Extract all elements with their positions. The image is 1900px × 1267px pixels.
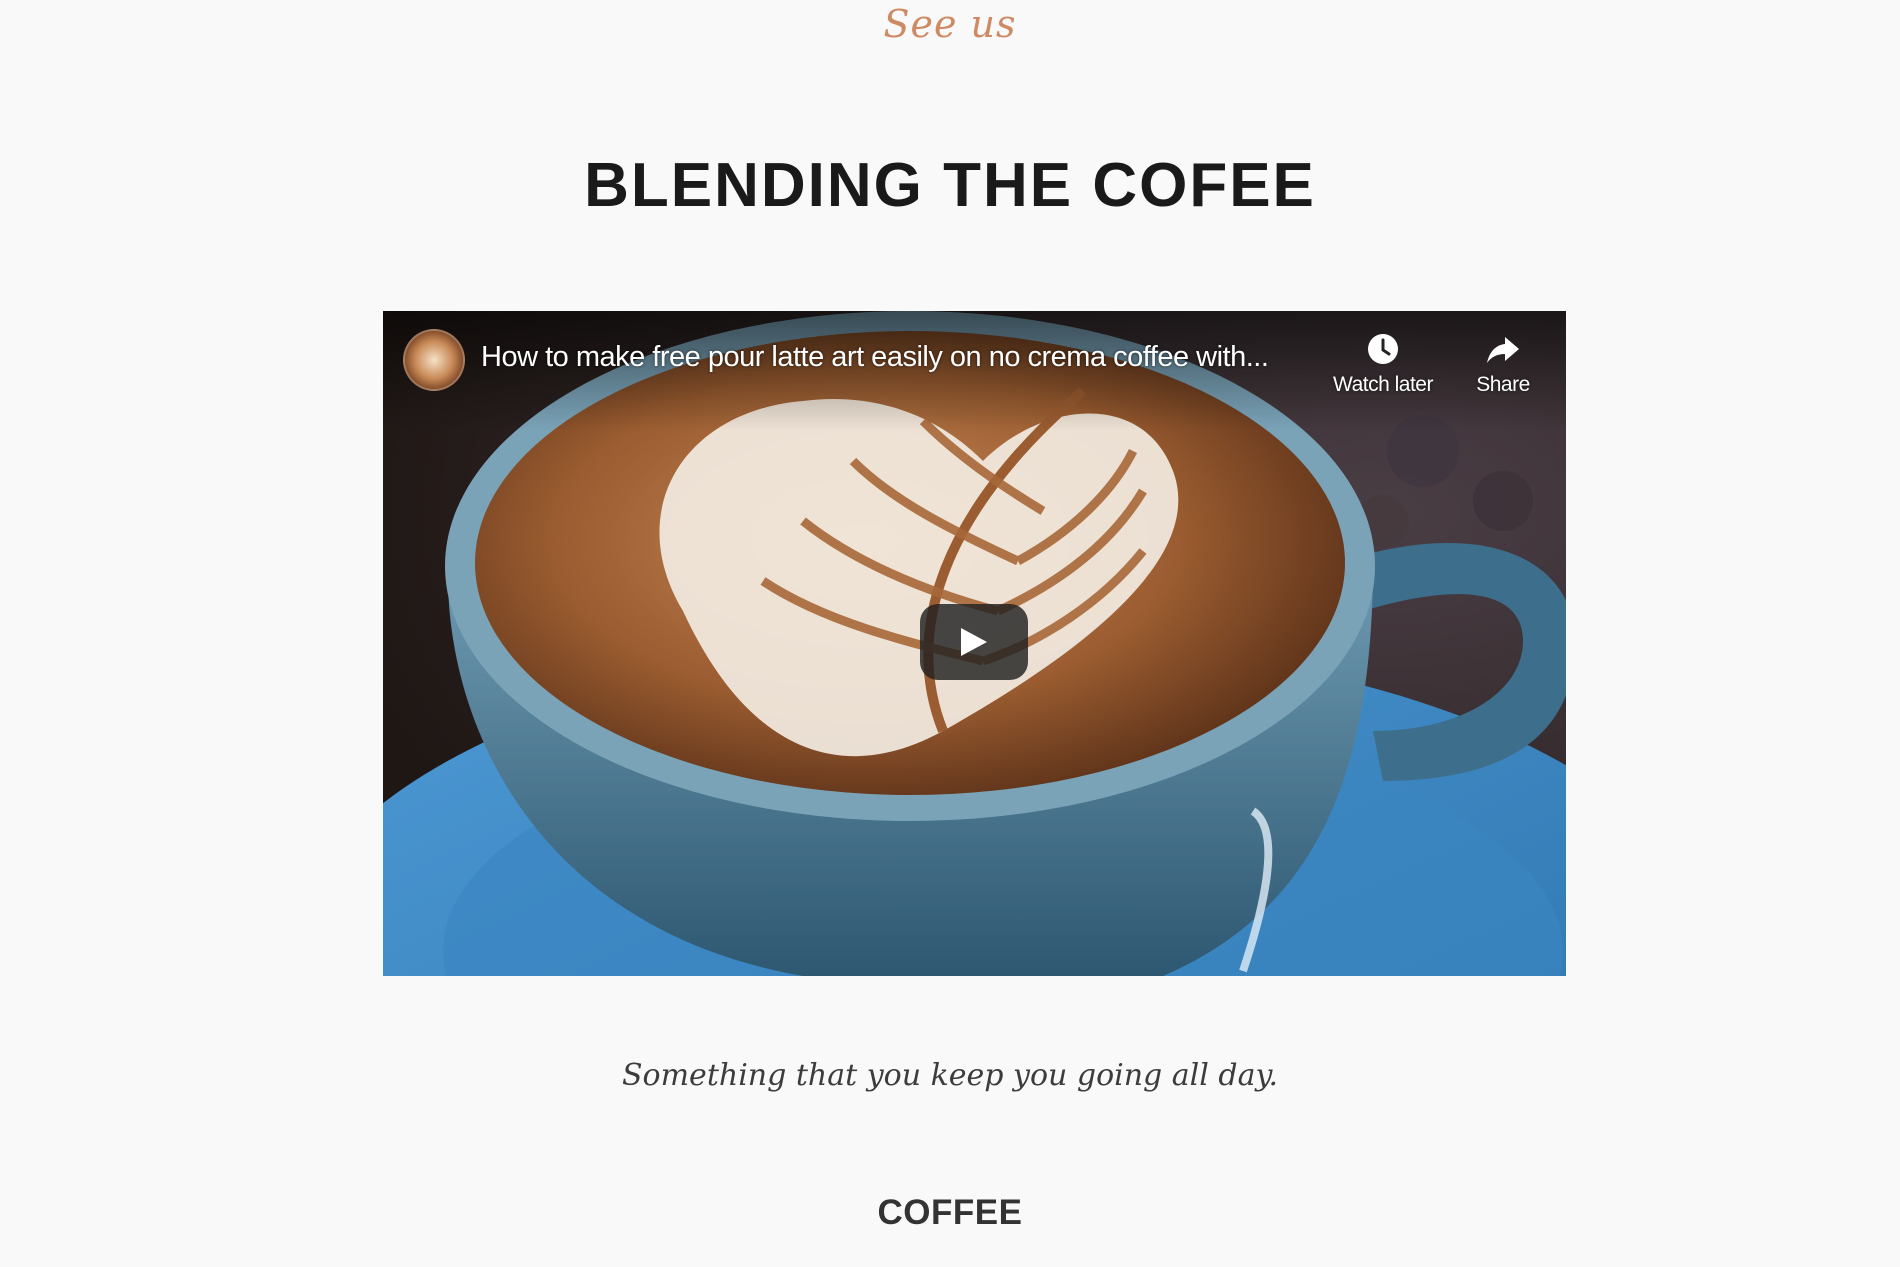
section-kicker: See us [883,2,1017,46]
play-button[interactable] [920,604,1028,680]
video-title-link[interactable]: How to make free pour latte art easily o… [481,341,1301,374]
watch-later-label: Watch later [1333,373,1433,396]
page: See us BLENDING THE COFEE How to make fr… [0,0,1900,1267]
play-icon [961,628,987,656]
clock-icon [1368,334,1398,364]
page-title: BLENDING THE COFEE [584,151,1316,220]
section-heading: COFFEE [877,1193,1023,1232]
video-player[interactable]: How to make free pour latte art easily o… [383,311,1566,976]
tagline: Something that you keep you going all da… [622,1058,1278,1093]
channel-avatar[interactable] [403,329,465,391]
share-label: Share [1476,373,1530,396]
watch-later-button[interactable]: Watch later [1323,331,1443,397]
share-button[interactable]: Share [1458,331,1548,397]
share-arrow-icon [1487,337,1519,363]
